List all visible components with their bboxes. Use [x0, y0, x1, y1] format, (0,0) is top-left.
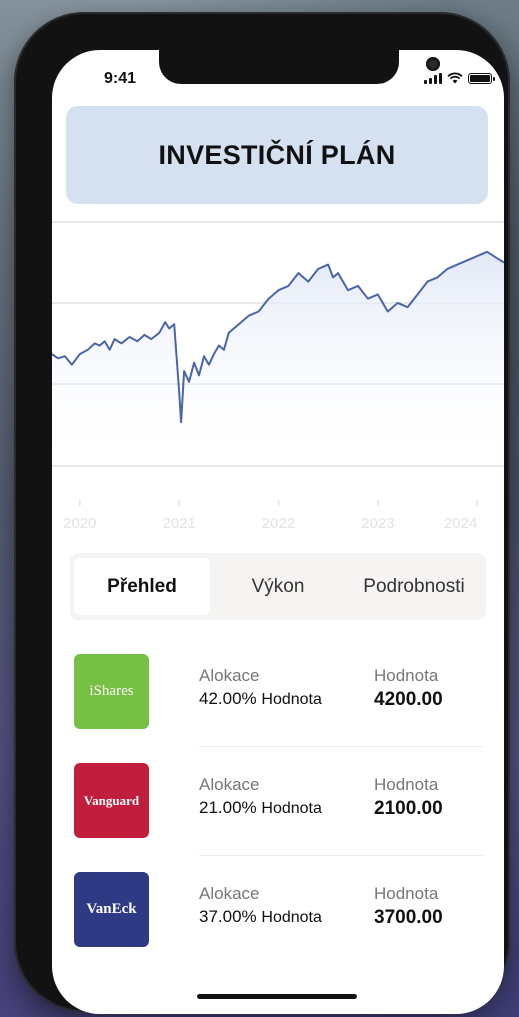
tab-vykon[interactable]: Výkon	[210, 558, 346, 615]
fund-value: 2100.00	[374, 798, 443, 819]
alloc-line: 37.00% Hodnota	[199, 907, 322, 927]
home-indicator[interactable]	[197, 994, 357, 999]
alloc-pct: 42.00%	[199, 689, 257, 708]
alloc-pct: 37.00%	[199, 907, 257, 926]
tab-bar: Přehled Výkon Podrobnosti	[70, 553, 486, 620]
signal-icon	[424, 72, 442, 84]
phone-frame: 9:41 INVESTIČNÍ PLÁN 2020 2021 2022 2023 202…	[14, 12, 510, 1014]
tab-prehled[interactable]: Přehled	[74, 558, 210, 615]
alloc-line: 42.00% Hodnota	[199, 689, 322, 709]
x-tick-label: 2020	[63, 515, 96, 532]
alloc-suffix: Hodnota	[261, 800, 322, 817]
value-label: Hodnota	[374, 775, 439, 794]
battery-icon	[468, 72, 495, 84]
x-tick-label: 2024	[444, 515, 477, 532]
alloc-label: Alokace	[199, 884, 260, 903]
performance-chart: 2020 2021 2022 2023 2024	[52, 210, 504, 540]
alloc-suffix: Hodnota	[261, 909, 322, 926]
row-divider	[199, 746, 483, 747]
fund-value: 4200.00	[374, 689, 443, 710]
vanguard-logo: Vanguard	[74, 763, 149, 838]
wifi-icon	[447, 72, 463, 84]
status-time: 9:41	[104, 70, 137, 87]
status-icons	[424, 72, 495, 84]
fund-row[interactable]: VanEck Alokace 37.00% Hodnota Hodnota 37…	[52, 863, 504, 971]
ishares-logo: iShares	[74, 654, 149, 729]
header-card: INVESTIČNÍ PLÁN	[66, 106, 488, 204]
page-title: INVESTIČNÍ PLÁN	[158, 139, 396, 170]
alloc-label: Alokace	[199, 775, 260, 794]
x-tick-label: 2021	[162, 515, 195, 532]
value-label: Hodnota	[374, 884, 439, 903]
app-screen: 9:41 INVESTIČNÍ PLÁN 2020 2021 2022 2023 202…	[52, 50, 504, 1014]
x-tick-label: 2023	[361, 515, 394, 532]
alloc-line: 21.00% Hodnota	[199, 798, 322, 818]
alloc-pct: 21.00%	[199, 798, 257, 817]
notch	[159, 50, 440, 84]
chart-svg: 2020 2021 2022 2023 2024	[52, 221, 504, 532]
camera-icon	[426, 57, 440, 71]
x-tick-label: 2022	[262, 515, 295, 532]
fund-row[interactable]: iShares Alokace 42.00% Hodnota Hodnota 4…	[52, 645, 504, 753]
fund-row[interactable]: Vanguard Alokace 21.00% Hodnota Hodnota …	[52, 754, 504, 862]
tab-podrobnosti[interactable]: Podrobnosti	[346, 558, 482, 615]
alloc-label: Alokace	[199, 666, 260, 685]
alloc-suffix: Hodnota	[261, 691, 322, 708]
row-divider	[199, 855, 483, 856]
series-area	[52, 251, 504, 470]
value-label: Hodnota	[374, 666, 439, 685]
fund-value: 3700.00	[374, 907, 443, 928]
vaneck-logo: VanEck	[74, 872, 149, 947]
